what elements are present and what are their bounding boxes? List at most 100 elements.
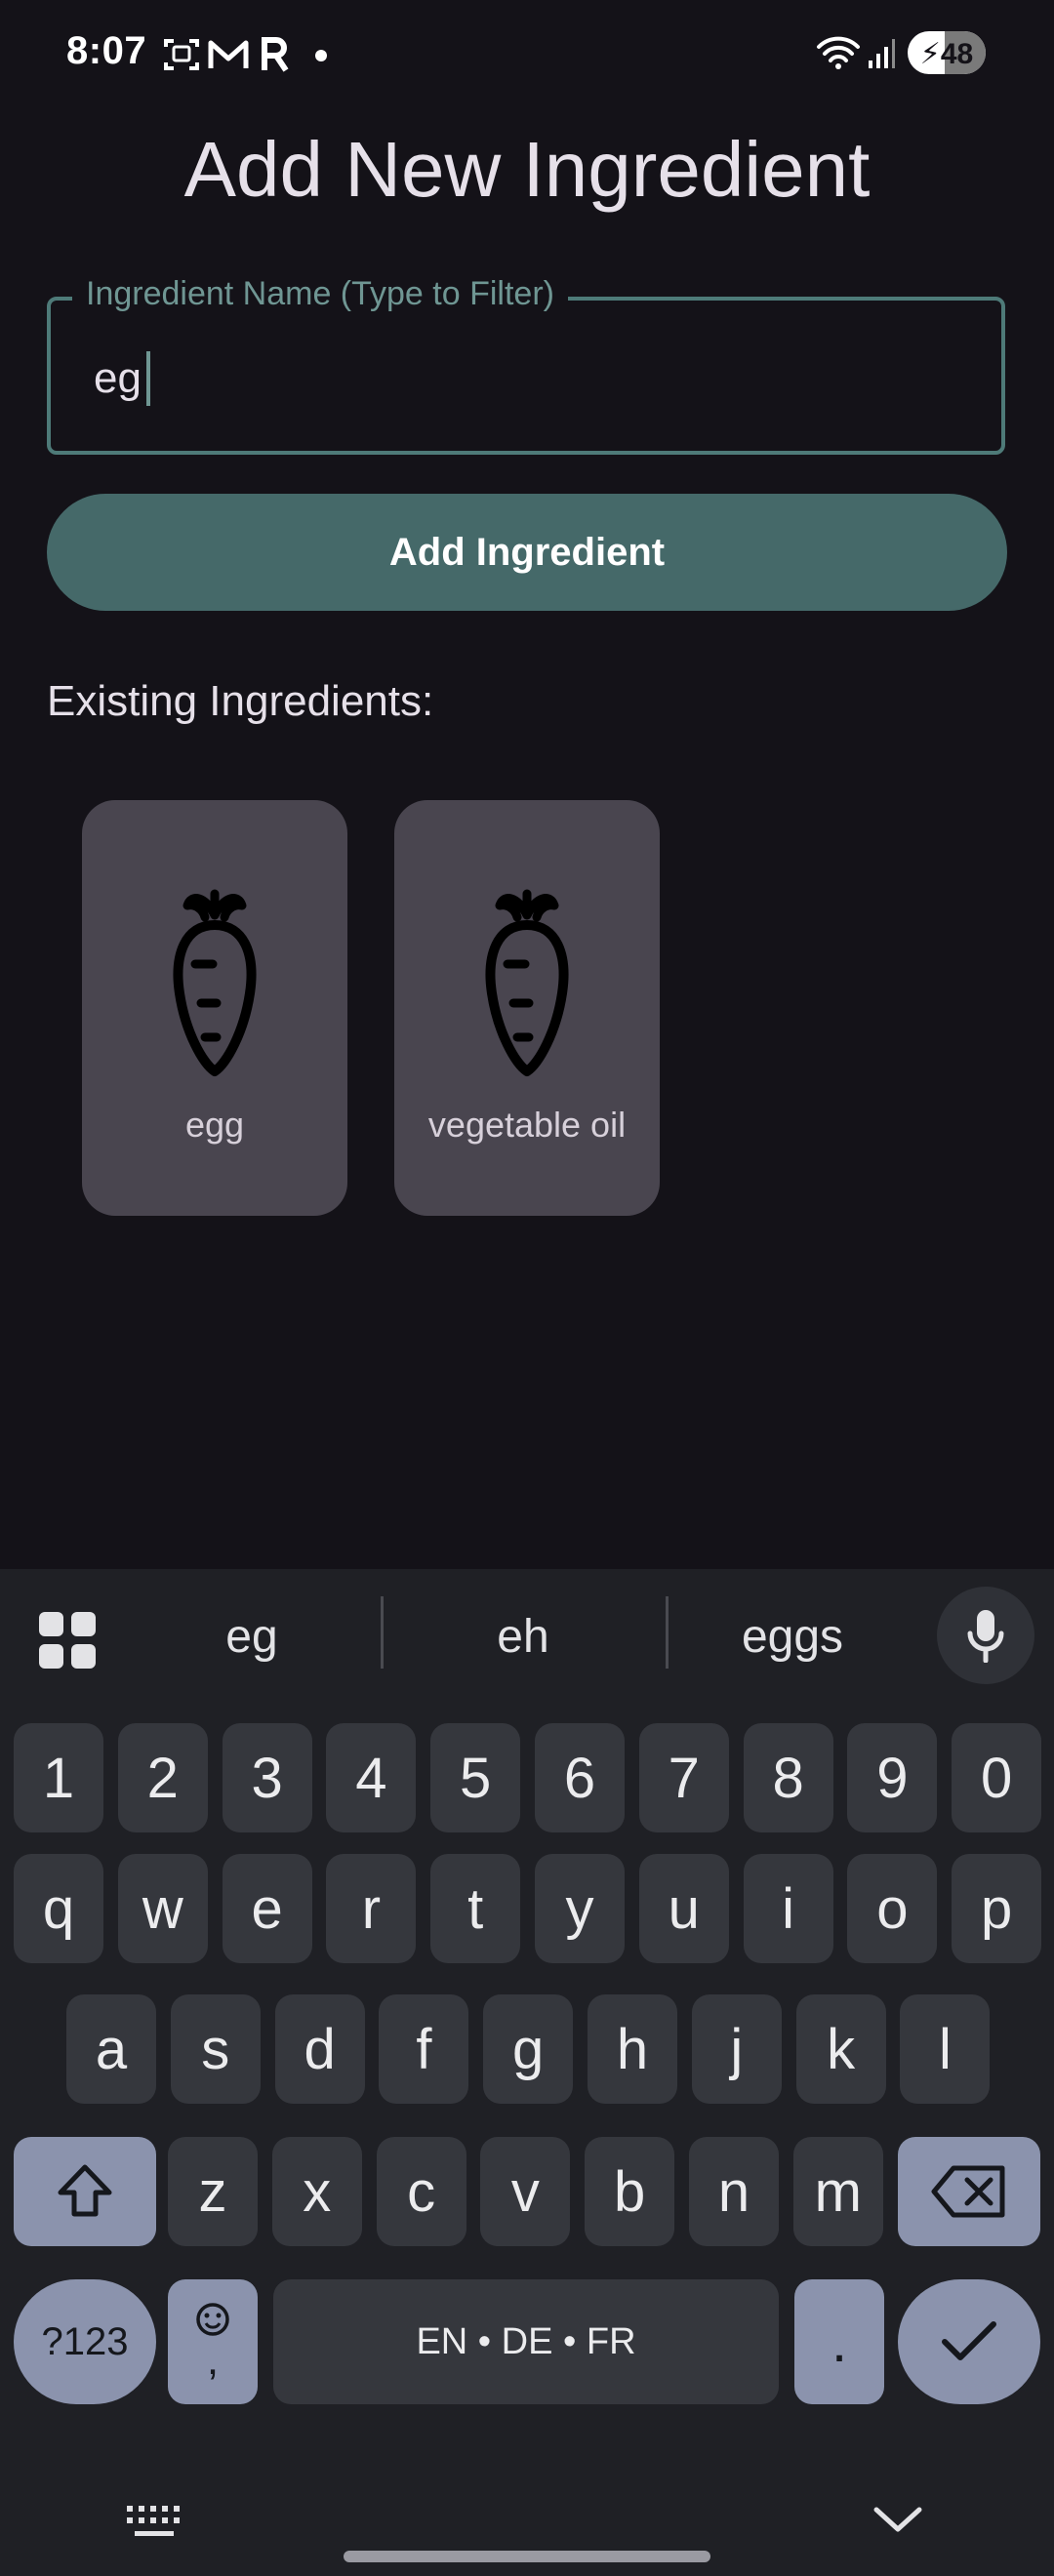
key-i[interactable]: i — [743, 1854, 833, 1963]
onscreen-keyboard: eg eh eggs 1 2 3 4 5 6 7 8 9 0 q w e r t y u i o p a s d f g h j k l… — [0, 1569, 1054, 2576]
gmail-icon — [207, 35, 250, 79]
key-l-label: l — [938, 2017, 952, 2081]
key-p-label: p — [981, 1876, 1013, 1941]
key-2[interactable]: 2 — [117, 1723, 208, 1832]
cell-signal-icon — [867, 37, 896, 75]
key-u-label: u — [668, 1876, 700, 1941]
key-d[interactable]: d — [274, 1994, 365, 2104]
key-b[interactable]: b — [585, 2137, 675, 2246]
key-o[interactable]: o — [847, 1854, 938, 1963]
ingredient-card-egg[interactable]: egg — [82, 800, 347, 1216]
key-p[interactable]: p — [952, 1854, 1042, 1963]
emoji-comma-key[interactable]: , — [168, 2279, 258, 2404]
key-r[interactable]: r — [326, 1854, 417, 1963]
key-v[interactable]: v — [480, 2137, 571, 2246]
status-time: 8:07 — [66, 29, 147, 72]
key-j-label: j — [730, 2017, 744, 2081]
text-caret — [146, 351, 150, 406]
carrot-icon — [173, 889, 257, 1076]
key-m-label: m — [814, 2159, 862, 2224]
ingredient-card-vegetable-oil[interactable]: vegetable oil — [394, 800, 660, 1216]
key-7-label: 7 — [668, 1746, 700, 1810]
key-4[interactable]: 4 — [326, 1723, 417, 1832]
backspace-icon — [931, 2165, 1005, 2218]
key-5-label: 5 — [460, 1746, 492, 1810]
key-h[interactable]: h — [588, 1994, 677, 2104]
wifi-icon — [816, 33, 861, 77]
key-y[interactable]: y — [535, 1854, 625, 1963]
space-key[interactable]: EN • DE • FR — [273, 2279, 779, 2404]
screenshot-icon — [162, 35, 201, 79]
key-g[interactable]: g — [483, 1994, 574, 2104]
symbols-key-label: ?123 — [41, 2319, 129, 2363]
key-x[interactable]: x — [271, 2137, 362, 2246]
key-c-label: c — [407, 2159, 436, 2224]
key-b-label: b — [614, 2159, 646, 2224]
ingredient-card-label: egg — [184, 1105, 245, 1145]
key-3-label: 3 — [251, 1746, 283, 1810]
enter-key[interactable] — [898, 2279, 1040, 2404]
period-key[interactable]: . — [794, 2279, 884, 2404]
enter-check-icon — [942, 2321, 996, 2360]
collapse-chevron-icon[interactable] — [872, 2504, 923, 2540]
key-f[interactable]: f — [379, 1994, 469, 2104]
key-q[interactable]: q — [14, 1854, 103, 1963]
key-s[interactable]: s — [170, 1994, 261, 2104]
apps-grid-icon[interactable] — [39, 1612, 96, 1673]
key-z[interactable]: z — [168, 2137, 258, 2246]
battery-level: 48 — [940, 38, 974, 70]
key-n[interactable]: n — [689, 2137, 779, 2246]
comma-label: , — [206, 2336, 220, 2384]
key-w[interactable]: w — [117, 1854, 208, 1963]
key-1[interactable]: 1 — [14, 1723, 103, 1832]
key-6-label: 6 — [563, 1746, 596, 1810]
key-j[interactable]: j — [691, 1994, 782, 2104]
shift-icon — [58, 2164, 112, 2217]
suggestion-2[interactable]: eh — [426, 1610, 621, 1664]
space-key-label: EN • DE • FR — [416, 2320, 636, 2362]
status-bar: 8:07 ⚡48 — [0, 0, 1054, 109]
battery-icon: ⚡48 — [908, 31, 986, 74]
key-x-label: x — [303, 2159, 332, 2224]
key-0[interactable]: 0 — [952, 1723, 1042, 1832]
key-a[interactable]: a — [66, 1994, 156, 2104]
key-e[interactable]: e — [222, 1854, 312, 1963]
key-i-label: i — [782, 1876, 795, 1941]
key-9[interactable]: 9 — [847, 1723, 938, 1832]
key-2-label: 2 — [146, 1746, 179, 1810]
key-c[interactable]: c — [376, 2137, 466, 2246]
keyboard-switch-icon[interactable] — [127, 2506, 183, 2546]
page-title: Add New Ingredient — [183, 126, 871, 213]
mic-icon — [967, 1610, 1004, 1663]
key-t[interactable]: t — [430, 1854, 521, 1963]
key-v-label: v — [510, 2159, 540, 2224]
key-u[interactable]: u — [638, 1854, 729, 1963]
key-h-label: h — [616, 2017, 649, 2081]
key-8[interactable]: 8 — [743, 1723, 833, 1832]
key-e-label: e — [251, 1876, 283, 1941]
key-5[interactable]: 5 — [430, 1723, 521, 1832]
ingredient-name-input[interactable]: Ingredient Name (Type to Filter) eg — [47, 275, 1005, 455]
suggestion-1[interactable]: eg — [154, 1610, 349, 1664]
key-4-label: 4 — [355, 1746, 387, 1810]
key-n-label: n — [717, 2159, 750, 2224]
backspace-key[interactable] — [898, 2137, 1040, 2246]
key-8-label: 8 — [772, 1746, 804, 1810]
key-3[interactable]: 3 — [222, 1723, 312, 1832]
key-l[interactable]: l — [900, 1994, 991, 2104]
key-6[interactable]: 6 — [535, 1723, 625, 1832]
symbols-key[interactable]: ?123 — [14, 2279, 156, 2404]
home-indicator[interactable] — [344, 2551, 710, 2562]
shift-key[interactable] — [14, 2137, 156, 2246]
key-g-label: g — [512, 2017, 545, 2081]
emoji-icon — [196, 2303, 229, 2336]
add-ingredient-button[interactable]: Add Ingredient — [47, 494, 1007, 611]
suggestion-3[interactable]: eggs — [695, 1610, 890, 1664]
mic-button[interactable] — [937, 1587, 1034, 1684]
key-w-label: w — [142, 1876, 183, 1941]
key-k[interactable]: k — [795, 1994, 886, 2104]
key-7[interactable]: 7 — [638, 1723, 729, 1832]
existing-ingredients-heading: Existing Ingredients: — [47, 677, 434, 725]
key-m[interactable]: m — [792, 2137, 883, 2246]
suggestion-divider — [381, 1596, 384, 1669]
